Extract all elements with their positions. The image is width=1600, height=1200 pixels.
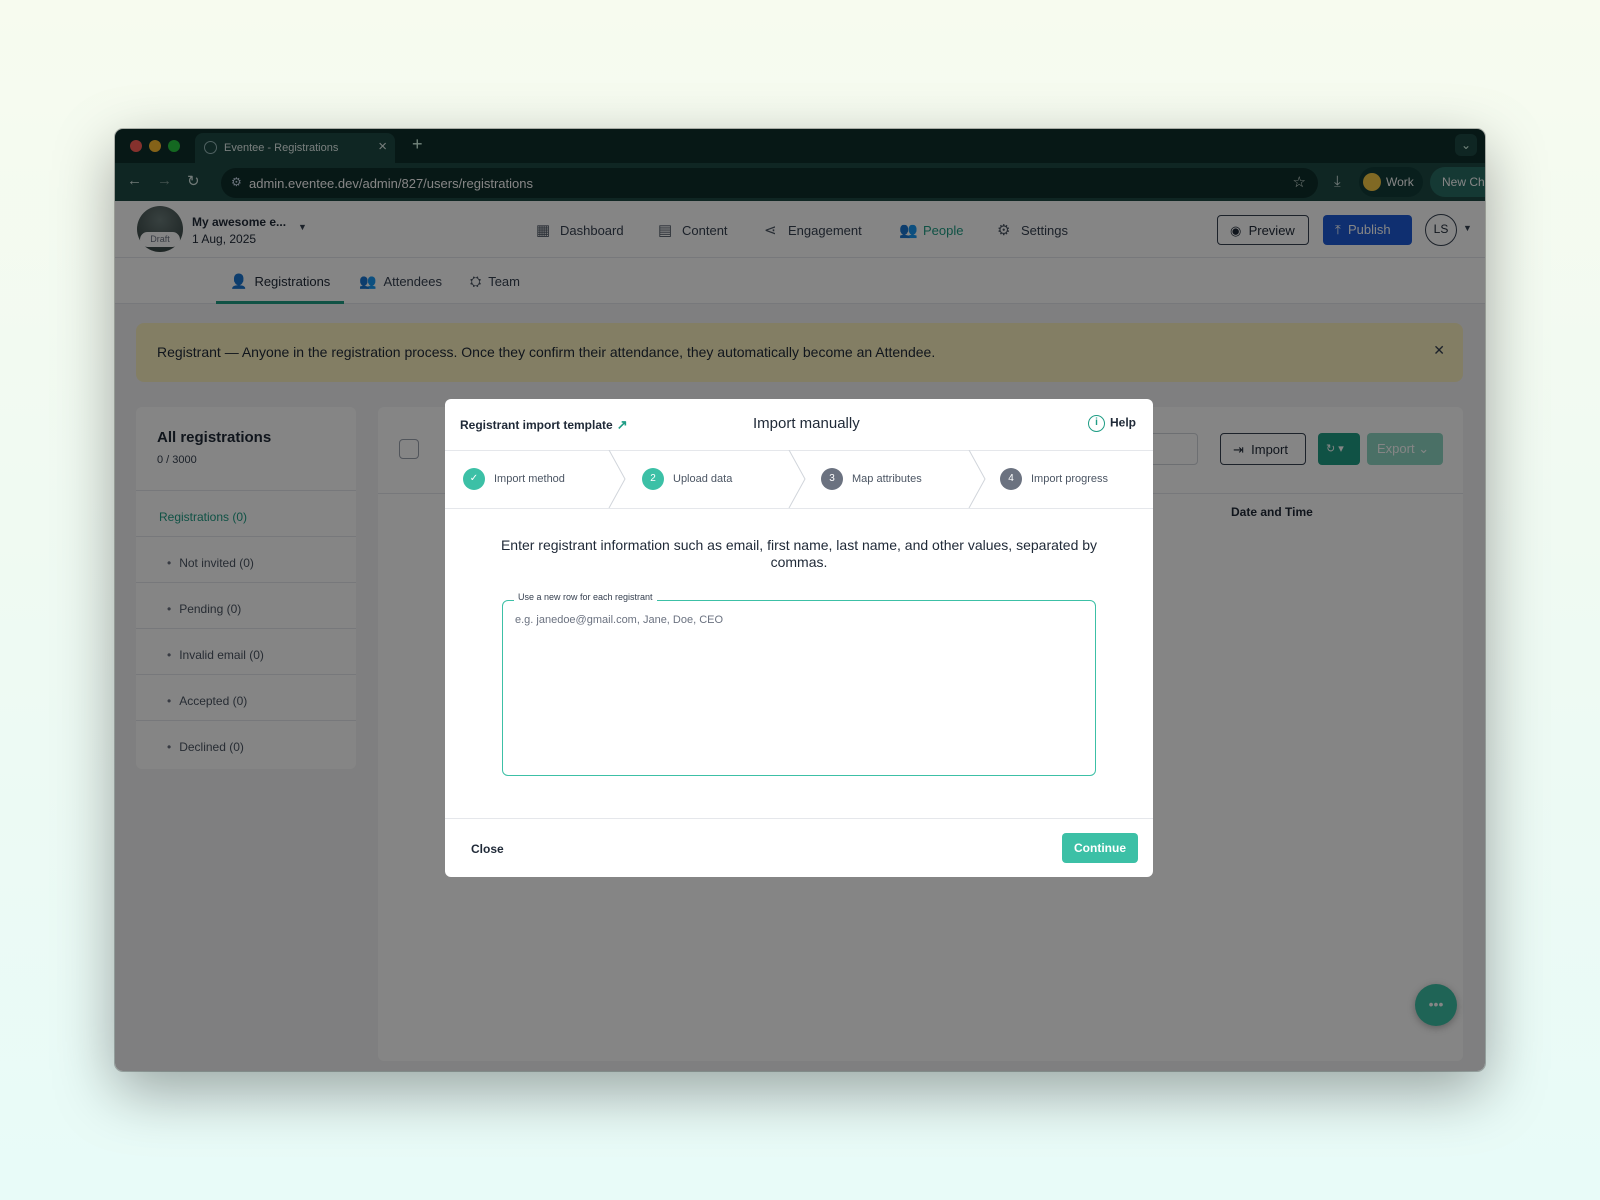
stepper-divider: [445, 508, 1153, 509]
template-link-label: Registrant import template: [460, 418, 613, 432]
import-instructions: Enter registrant information such as ema…: [500, 537, 1098, 570]
continue-button[interactable]: Continue: [1062, 833, 1138, 863]
step-label: Map attributes: [852, 472, 922, 485]
modal-title: Import manually: [753, 415, 860, 432]
info-icon: i: [1088, 415, 1105, 432]
close-button[interactable]: Close: [471, 842, 504, 856]
registrants-textarea[interactable]: [515, 614, 1085, 764]
modal-footer-divider: [445, 818, 1153, 819]
template-link[interactable]: Registrant import template ↗: [460, 417, 628, 433]
step-label: Import method: [494, 472, 565, 485]
step-import-method: ✓ Import method: [463, 468, 565, 490]
step-number: 2: [642, 468, 664, 490]
step-label: Upload data: [673, 472, 733, 485]
help-button[interactable]: i Help: [1088, 415, 1136, 432]
external-link-icon: ↗: [616, 417, 628, 432]
step-map-attributes: 3 Map attributes: [821, 468, 922, 490]
step-upload-data: 2 Upload data: [642, 468, 732, 490]
step-label: Import progress: [1031, 472, 1109, 485]
import-modal: Registrant import template ↗ Import manua…: [445, 399, 1153, 877]
check-icon: ✓: [463, 468, 485, 490]
step-import-progress: 4 Import progress: [1000, 468, 1108, 490]
step-number: 4: [1000, 468, 1022, 490]
help-label: Help: [1110, 415, 1137, 430]
registrants-field-label: Use a new row for each registrant: [514, 592, 657, 602]
step-number: 3: [821, 468, 843, 490]
